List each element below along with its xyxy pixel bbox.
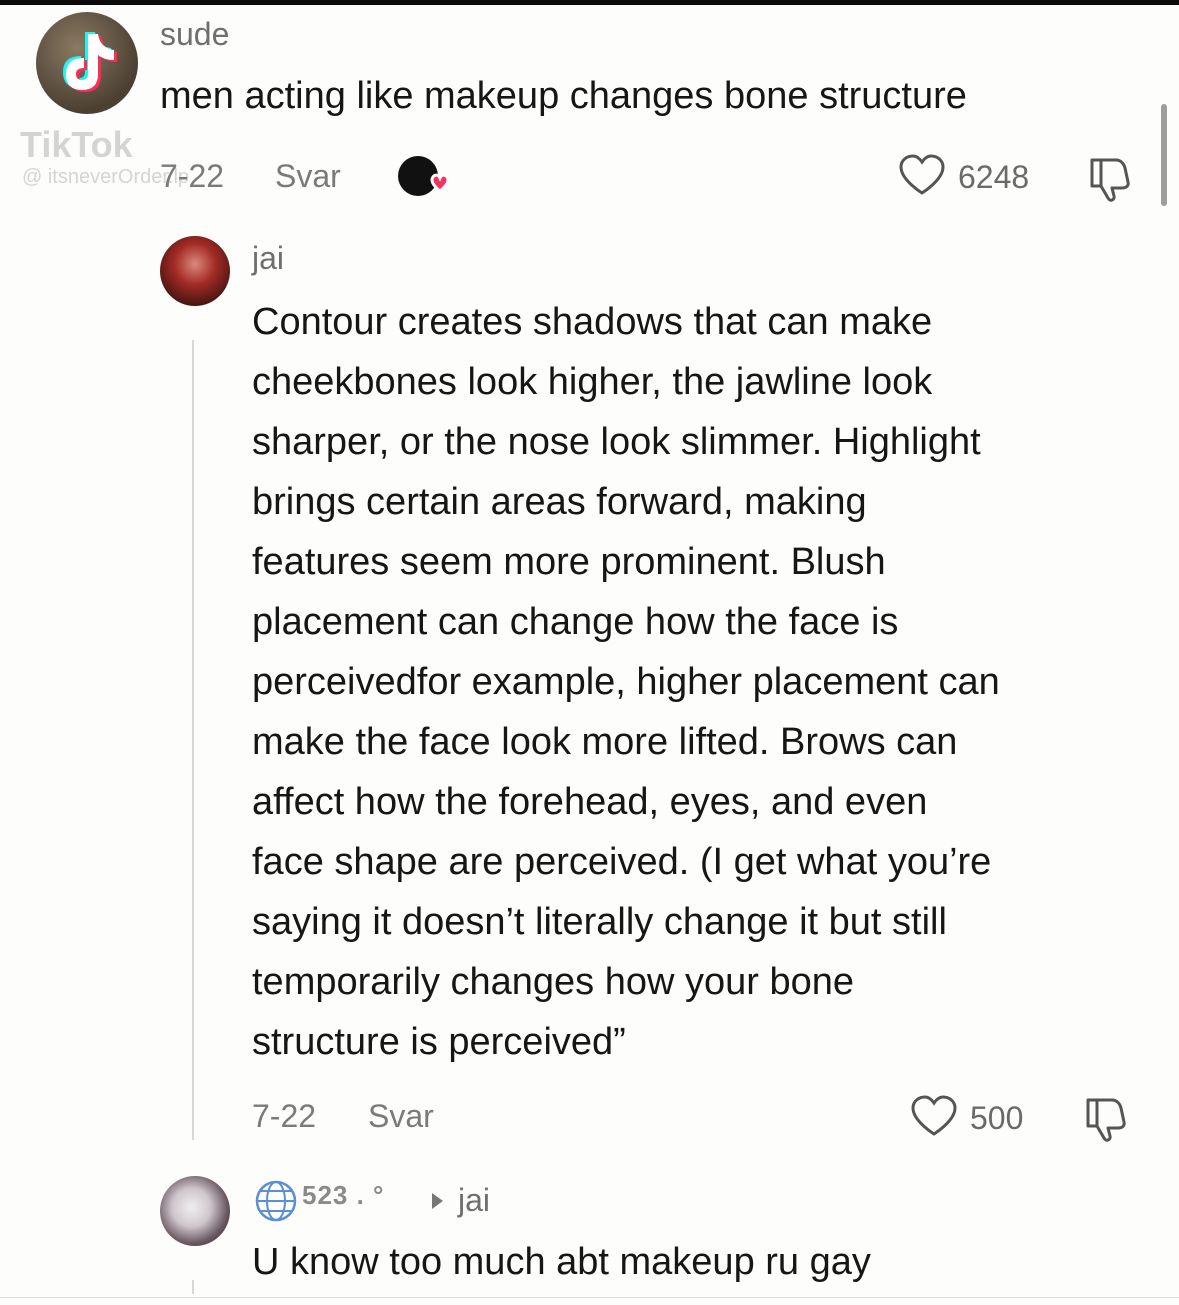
avatar-523[interactable] — [160, 1176, 230, 1246]
comment-username[interactable]: sude — [160, 16, 229, 53]
comment-username[interactable]: 523 . ° — [302, 1180, 384, 1211]
comment-text: men acting like makeup changes bone stru… — [160, 75, 967, 117]
comment-text: Contour creates shadows that can make ch… — [252, 292, 1162, 1072]
comment-text-line: cheekbones look higher, the jawline look — [252, 361, 933, 403]
top-border — [0, 0, 1179, 5]
triangle-right-icon — [432, 1193, 443, 1209]
comment-text: U know too much abt makeup ru gay — [252, 1241, 871, 1283]
thread-line — [192, 340, 194, 1140]
comment-text-line: brings certain areas forward, making — [252, 481, 867, 523]
comment-text-line: placement can change how the face is — [252, 601, 899, 643]
comment-text-line: temporarily changes how your bone — [252, 961, 855, 1003]
creator-heart-badge-icon — [396, 154, 456, 202]
reply-button[interactable]: Svar — [275, 158, 341, 195]
comment-username[interactable]: jai — [252, 240, 284, 277]
thumbs-down-icon — [1090, 158, 1130, 202]
comment-text-line: make the face look more lifted. Brows ca… — [252, 721, 958, 763]
avatar-jai[interactable] — [160, 236, 230, 306]
avatar-sude[interactable] — [36, 12, 138, 114]
reply-button[interactable]: Svar — [368, 1098, 434, 1135]
scrollbar-thumb[interactable] — [1161, 104, 1167, 206]
like-count: 500 — [970, 1100, 1024, 1136]
comment-date: 7-22 — [160, 158, 225, 194]
heart-outline-icon — [899, 154, 945, 195]
comment-text-line: features seem more prominent. Blush — [252, 541, 886, 583]
dislike-button[interactable] — [1086, 156, 1134, 202]
watermark-brand: TikTok — [20, 124, 133, 165]
comment-text-line: face shape are perceived. (I get what yo… — [252, 841, 992, 883]
tiktok-logo-icon — [63, 32, 117, 92]
comment-text-line: affect how the forehead, eyes, and even — [252, 781, 928, 823]
like-count: 6248 — [958, 159, 1030, 195]
like-button[interactable]: 500 — [910, 1094, 1050, 1142]
globe-icon — [255, 1180, 297, 1222]
heart-outline-icon — [911, 1095, 957, 1136]
like-button[interactable]: 6248 — [898, 153, 1048, 201]
comment-text-line: Contour creates shadows that can make — [252, 301, 933, 343]
divider — [0, 1297, 1179, 1298]
comment-text-line: saying it doesn’t literally change it bu… — [252, 901, 947, 943]
reply-to-username[interactable]: jai — [458, 1182, 490, 1219]
comment-text-line: structure is perceived” — [252, 1021, 626, 1063]
dislike-button[interactable] — [1082, 1096, 1130, 1142]
thumbs-down-icon — [1086, 1098, 1126, 1142]
comment-date: 7-22 — [252, 1098, 317, 1134]
thread-line — [192, 1280, 194, 1294]
comment-text-line: sharper, or the nose look slimmer. Highl… — [252, 421, 981, 463]
comment-text-line: perceivedfor example, higher placement c… — [252, 661, 1000, 703]
comment-header: 523 . ° jai — [252, 1178, 652, 1224]
